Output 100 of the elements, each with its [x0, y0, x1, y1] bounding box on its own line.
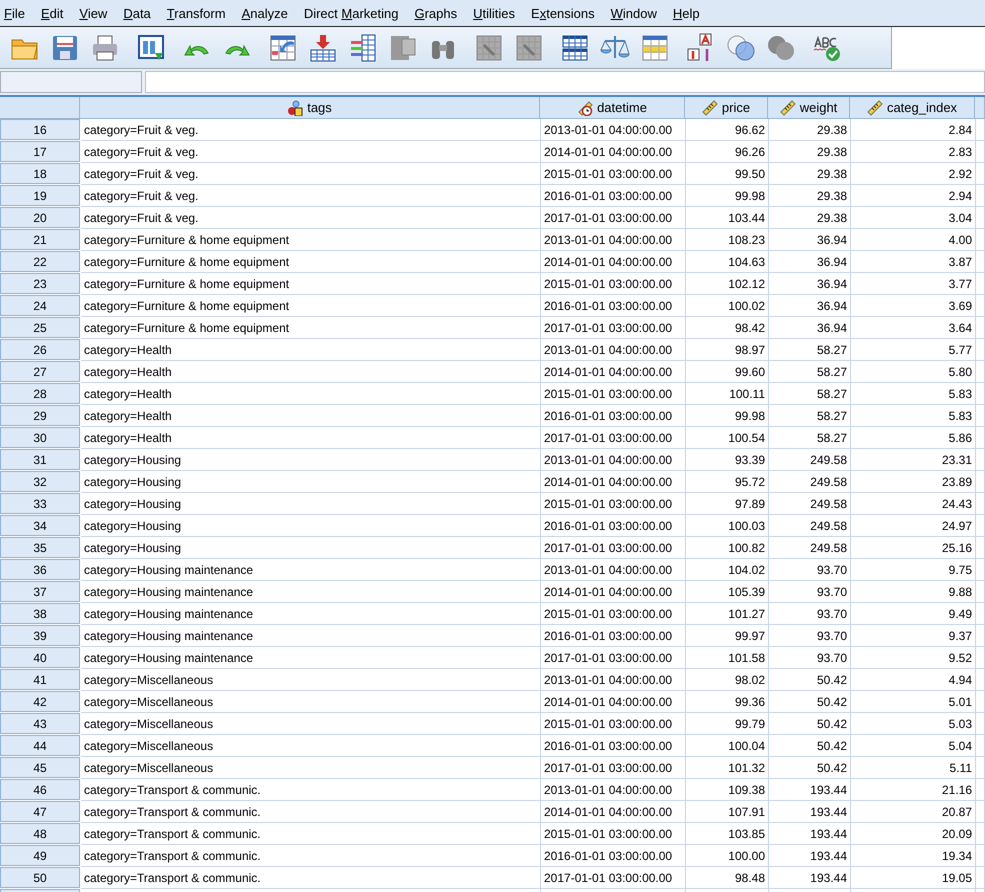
column-header[interactable]: tags [80, 97, 540, 119]
table-cell: 36.94 [769, 317, 851, 339]
menu-item[interactable]: Direct Marketing [298, 6, 410, 20]
table-cell: 2013-01-01 04:00:00.00 [541, 339, 686, 361]
row-number[interactable]: 37 [0, 581, 80, 602]
row-number[interactable]: 27 [0, 361, 80, 382]
empty-cell [976, 493, 985, 515]
row-number[interactable]: 17 [0, 141, 80, 162]
cell-reference-field[interactable] [0, 71, 142, 93]
row-number[interactable]: 46 [0, 779, 80, 800]
row-number[interactable]: 23 [0, 273, 80, 294]
row-number[interactable]: 31 [0, 449, 80, 470]
table-cell: category=Furniture & home equipment [81, 295, 541, 317]
table-cell: 2015-01-01 03:00:00.00 [541, 603, 686, 625]
empty-cell [976, 185, 985, 207]
menu-item[interactable]: View [74, 6, 118, 20]
table-cell: 99.97 [686, 625, 769, 647]
row-number[interactable]: 49 [0, 845, 80, 866]
menu-item[interactable]: Window [606, 6, 668, 20]
table-cell: category=Fruit & veg. [81, 141, 541, 163]
menu-item[interactable]: Data [118, 6, 162, 20]
table-cell: 5.03 [851, 713, 976, 735]
row-number[interactable]: 33 [0, 493, 80, 514]
row-number[interactable]: 41 [0, 669, 80, 690]
table-cell: 50.42 [769, 713, 851, 735]
menu-item[interactable]: Transform [162, 6, 237, 20]
row-number[interactable]: 32 [0, 471, 80, 492]
row-number[interactable]: 45 [0, 757, 80, 778]
clock-ruler-icon [577, 100, 594, 116]
table-cell: 249.58 [769, 515, 851, 537]
empty-cell [976, 361, 985, 383]
menu-item[interactable]: Analyze [236, 6, 299, 20]
column-header[interactable]: weight [768, 97, 850, 119]
menu-item[interactable]: Extensions [526, 6, 606, 20]
row-number[interactable]: 21 [0, 229, 80, 250]
column-header[interactable]: datetime [540, 97, 685, 119]
menu-item[interactable]: Edit [36, 6, 74, 20]
row-number[interactable]: 40 [0, 647, 80, 668]
row-number[interactable]: 35 [0, 537, 80, 558]
row-number[interactable]: 16 [0, 119, 80, 140]
row-number[interactable]: 39 [0, 625, 80, 646]
row-number[interactable]: 38 [0, 603, 80, 624]
row-number[interactable]: 48 [0, 823, 80, 844]
dialog-recall-icon[interactable] [136, 32, 166, 62]
insert-variable-icon[interactable] [514, 32, 544, 62]
cell-value-field[interactable] [145, 71, 985, 93]
table-cell: 29.38 [769, 141, 851, 163]
row-number[interactable]: 18 [0, 163, 80, 184]
row-number[interactable]: 36 [0, 559, 80, 580]
column-header[interactable]: categ_index [850, 97, 975, 119]
menu-item[interactable]: File [0, 6, 36, 20]
table-cell: 100.02 [686, 295, 769, 317]
menu-item[interactable]: Graphs [409, 6, 468, 20]
table-cell: 9.88 [851, 581, 976, 603]
empty-cell [976, 757, 985, 779]
go-to-case-icon[interactable] [268, 32, 298, 62]
table-cell: 99.79 [686, 713, 769, 735]
table-cell: 58.27 [769, 361, 851, 383]
table-cell: 29.38 [769, 185, 851, 207]
table-cell: 2015-01-01 03:00:00.00 [541, 273, 686, 295]
row-number[interactable]: 43 [0, 713, 80, 734]
split-table-icon[interactable] [560, 32, 590, 62]
table-cell: 95.72 [686, 471, 769, 493]
go-to-variable-icon[interactable] [308, 32, 338, 62]
row-number[interactable]: 44 [0, 735, 80, 756]
empty-cell [976, 603, 985, 625]
select-cases-icon[interactable] [640, 32, 670, 62]
table-cell: 2017-01-01 03:00:00.00 [541, 537, 686, 559]
table-cell: 2013-01-01 04:00:00.00 [541, 779, 686, 801]
table-cell: 93.39 [686, 449, 769, 471]
row-number[interactable]: 50 [0, 867, 80, 888]
row-number[interactable]: 24 [0, 295, 80, 316]
table-cell: 93.70 [769, 559, 851, 581]
menu-item[interactable]: Utilities [468, 6, 526, 20]
menu-item[interactable]: Help [668, 6, 711, 20]
row-number[interactable]: 22 [0, 251, 80, 272]
print-icon[interactable] [90, 32, 120, 62]
table-cell: category=Housing maintenance [81, 625, 541, 647]
empty-cell [976, 867, 985, 889]
column-header[interactable]: price [685, 97, 768, 119]
row-number[interactable]: 30 [0, 427, 80, 448]
empty-cell [976, 405, 985, 427]
table-cell: 50.42 [769, 757, 851, 779]
circles-icon[interactable] [726, 32, 756, 62]
row-number[interactable]: 42 [0, 691, 80, 712]
row-number[interactable]: 47 [0, 801, 80, 822]
insert-cases-icon[interactable] [474, 32, 504, 62]
row-number[interactable]: 19 [0, 185, 80, 206]
row-number[interactable]: 29 [0, 405, 80, 426]
table-cell: 23.89 [851, 471, 976, 493]
table-cell: 2.84 [851, 119, 976, 141]
table-cell: category=Health [81, 405, 541, 427]
row-number[interactable]: 28 [0, 383, 80, 404]
table-cell: 2017-01-01 03:00:00.00 [541, 647, 686, 669]
row-number[interactable]: 26 [0, 339, 80, 360]
row-number[interactable]: 25 [0, 317, 80, 338]
row-number[interactable]: 34 [0, 515, 80, 536]
table-cell: category=Transport & communic. [81, 823, 541, 845]
row-number[interactable]: 20 [0, 207, 80, 228]
variables-icon[interactable] [348, 32, 378, 62]
